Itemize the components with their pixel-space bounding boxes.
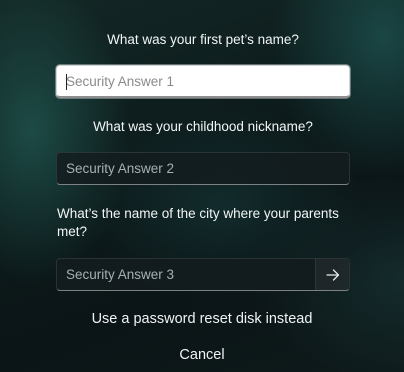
security-answer-3-input[interactable] <box>57 259 315 290</box>
text-caret <box>66 74 67 90</box>
arrow-right-icon <box>325 268 339 281</box>
security-answer-1-field[interactable] <box>56 65 350 98</box>
security-answer-3-field[interactable] <box>56 258 350 291</box>
question-2-label: What was your childhood nickname? <box>93 119 313 134</box>
question-3-label: What’s the name of the city where your p… <box>57 206 339 239</box>
security-answer-2-field[interactable] <box>56 152 350 185</box>
question-1-label: What was your first pet’s name? <box>107 32 299 47</box>
security-answer-2-input[interactable] <box>57 153 349 184</box>
password-reset-disk-link[interactable]: Use a password reset disk instead <box>0 311 404 327</box>
security-answer-1-input[interactable] <box>57 66 349 96</box>
cancel-link[interactable]: Cancel <box>0 347 404 363</box>
submit-button[interactable] <box>315 259 349 290</box>
